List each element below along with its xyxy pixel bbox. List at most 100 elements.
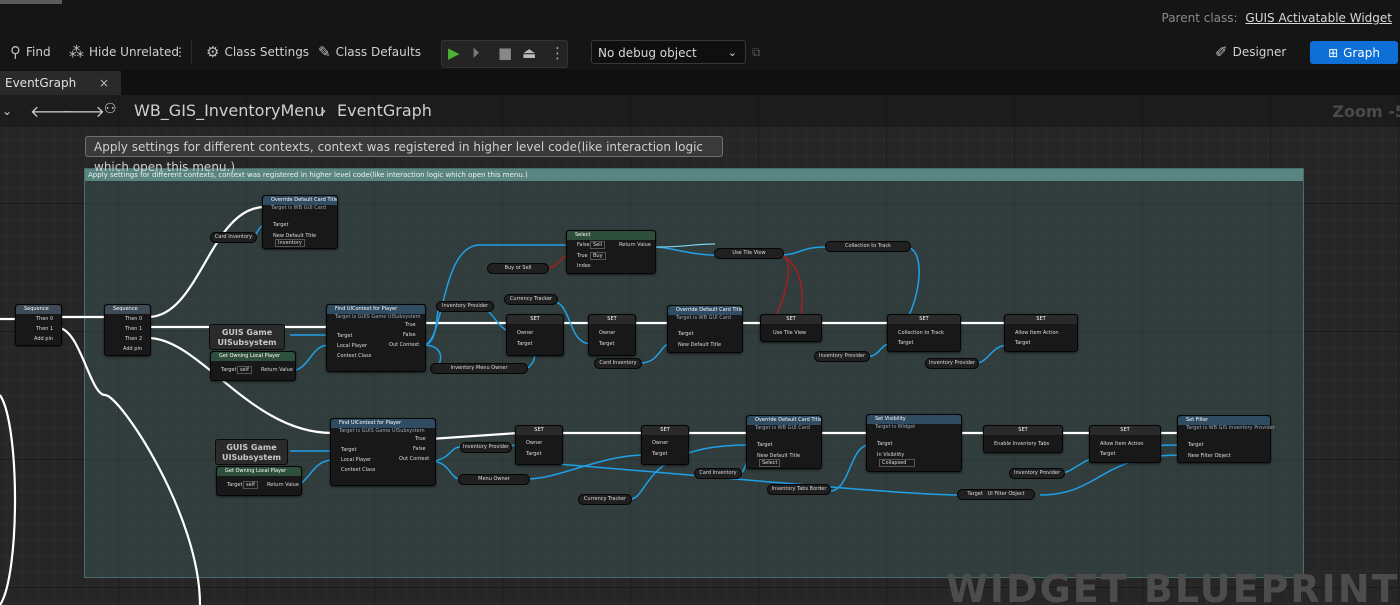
debug-filter-icon[interactable]: ⧉: [752, 41, 761, 63]
graph-canvas[interactable]: Apply settings for different contexts, c…: [0, 95, 1400, 605]
pin-new-filter[interactable]: New Filter Object: [1188, 453, 1231, 459]
eject-icon[interactable]: ⏏: [522, 44, 536, 62]
chevron-down-icon[interactable]: ⌄: [2, 104, 12, 118]
set-use-tile-view-node[interactable]: SET Use Tile View: [760, 314, 822, 342]
set-visibility-node[interactable]: Set Visibility Target is Widget Target I…: [866, 414, 962, 472]
top-tab-stub[interactable]: [0, 0, 62, 4]
set-owner-node[interactable]: SET Owner Target: [515, 425, 563, 465]
stop-icon[interactable]: ■: [498, 44, 512, 62]
target-self-value[interactable]: self: [237, 366, 252, 374]
pin-use-tile-view[interactable]: Use Tile View: [773, 330, 806, 336]
pin-local-player[interactable]: Local Player: [341, 457, 371, 463]
breadcrumb-blueprint[interactable]: WB_GIS_InventoryMenu: [134, 101, 324, 120]
pin-target[interactable]: Target: [898, 340, 913, 346]
pin-return[interactable]: Return Value: [619, 242, 651, 248]
pin-then0[interactable]: Then 0: [36, 316, 53, 322]
pin-owner[interactable]: Owner: [517, 330, 533, 336]
designer-button[interactable]: ✐ Designer: [1215, 41, 1286, 63]
pin-target[interactable]: Target: [678, 331, 693, 337]
class-defaults-button[interactable]: ✎ Class Defaults: [318, 41, 421, 63]
pin-return[interactable]: Return Value: [267, 482, 299, 488]
pin-false[interactable]: False: [413, 446, 426, 452]
set-allow-item-action-node[interactable]: SET Allow Item Action Target: [1089, 425, 1161, 463]
pin-false[interactable]: False: [403, 332, 416, 338]
override-card-title-node[interactable]: Override Default Card Title Target is WB…: [262, 195, 338, 249]
pin-target[interactable]: Target: [227, 482, 242, 488]
debug-object-select[interactable]: No debug object selected ⌄: [591, 40, 746, 84]
inventory-provider-var[interactable]: Inventory Provider: [814, 351, 870, 362]
pin-target[interactable]: Target: [1015, 340, 1030, 346]
sequence-node[interactable]: Sequence Then 0 Then 1 Add pin: [15, 304, 62, 346]
set-enable-inventory-tabs-node[interactable]: SET Enable Inventory Tabs: [983, 425, 1063, 453]
pin-true[interactable]: True: [415, 436, 426, 442]
get-owning-local-player-node[interactable]: Get Owning Local Player Target self Retu…: [210, 351, 296, 381]
new-title-value[interactable]: Select: [759, 459, 781, 467]
pin-allow-item-action[interactable]: Allow Item Action: [1100, 441, 1144, 447]
pin-true[interactable]: True: [577, 253, 588, 259]
pin-out-context[interactable]: Out Context: [389, 342, 419, 348]
find-ui-context-node[interactable]: Find UIContext for Player Target is GUIS…: [330, 418, 436, 486]
pin-target[interactable]: Target: [517, 341, 532, 347]
game-ui-subsystem-node[interactable]: GUIS Game UISubsystem: [209, 324, 285, 350]
pin-target[interactable]: Target: [1188, 442, 1203, 448]
pin-out-context[interactable]: Out Context: [399, 456, 429, 462]
pin-context-class[interactable]: Context Class: [337, 353, 371, 359]
pin-allow-item-action[interactable]: Allow Item Action: [1015, 330, 1059, 336]
card-inventory-var[interactable]: Card Inventory: [694, 468, 742, 479]
pin-then1[interactable]: Then 1: [36, 326, 53, 332]
set-allow-item-action-node[interactable]: SET Allow Item Action Target: [1004, 314, 1078, 352]
inventory-provider-var[interactable]: Inventory Provider: [1009, 468, 1065, 479]
pin-target[interactable]: Target: [1100, 451, 1115, 457]
hide-unrelated-button[interactable]: ⁂ Hide Unrelated: [69, 41, 179, 63]
pin-local-player[interactable]: Local Player: [337, 343, 367, 349]
pin-target[interactable]: Target: [877, 441, 892, 447]
buy-or-sell-var[interactable]: Buy or Sell: [487, 263, 549, 274]
pin-target[interactable]: Target: [337, 333, 352, 339]
pin-enable-inventory-tabs[interactable]: Enable Inventory Tabs: [994, 441, 1049, 447]
set-owner-node[interactable]: SET Owner Target: [506, 314, 564, 356]
tab-eventgraph[interactable]: EventGraph ×: [0, 71, 121, 95]
play-icon[interactable]: ▶: [448, 44, 460, 62]
card-inventory-var[interactable]: Card Inventory: [210, 232, 257, 243]
pin-target[interactable]: Target: [599, 341, 614, 347]
pin-return[interactable]: Return Value: [261, 367, 293, 373]
more-options-icon[interactable]: ⋮: [174, 41, 186, 63]
ui-filter-object-var[interactable]: Target UI Filter Object: [957, 489, 1035, 500]
menu-owner-var[interactable]: Menu Owner: [458, 474, 530, 485]
new-title-value[interactable]: Inventory: [275, 239, 305, 247]
visibility-value[interactable]: Collapsed: [879, 459, 916, 467]
pin-addpin[interactable]: Add pin: [123, 346, 142, 352]
breadcrumb-graph[interactable]: EventGraph: [337, 101, 432, 120]
pin-new-title[interactable]: New Default Title: [678, 342, 721, 348]
forward-arrow-icon[interactable]: 🡒: [62, 101, 105, 121]
parent-class-link[interactable]: GUIS Activatable Widget: [1245, 11, 1392, 25]
pin-target[interactable]: Target: [221, 367, 236, 373]
inventory-tabs-border-var[interactable]: Inventory Tabs Border: [767, 484, 831, 495]
card-inventory-var[interactable]: Card Inventory: [594, 358, 642, 369]
use-tile-view-var[interactable]: Use Tile View: [714, 248, 784, 259]
override-card-title-node[interactable]: Override Default Card Title Target is WB…: [667, 305, 743, 353]
collection-to-track-var[interactable]: Collection to Track: [825, 241, 911, 252]
set-owner-node[interactable]: SET Owner Target: [641, 425, 689, 465]
pin-collection-to-track[interactable]: Collection to Track: [898, 330, 944, 336]
play-options-icon[interactable]: ⋮: [550, 44, 565, 62]
pin-target[interactable]: Target: [341, 447, 356, 453]
pin-true[interactable]: True: [405, 322, 416, 328]
pin-in-visibility[interactable]: In Visibility: [877, 452, 904, 458]
set-owner-node[interactable]: SET Owner Target: [588, 314, 636, 356]
pin-false[interactable]: False: [577, 242, 590, 248]
currency-tracker-var[interactable]: Currency Tracker: [504, 294, 558, 305]
step-icon[interactable]: ⏵: [472, 44, 480, 62]
class-settings-button[interactable]: ⚙ Class Settings: [206, 41, 309, 63]
pin-index[interactable]: Index: [577, 263, 591, 269]
pin-target[interactable]: Target: [526, 451, 541, 457]
inventory-provider-var[interactable]: Inventory Provider: [925, 358, 979, 369]
find-ui-context-node[interactable]: Find UIContext for Player Target is GUIS…: [326, 304, 426, 372]
pin-then2[interactable]: Then 2: [125, 336, 142, 342]
close-icon[interactable]: ×: [99, 71, 109, 95]
inventory-provider-var[interactable]: Inventory Provider: [436, 301, 494, 312]
pin-context-class[interactable]: Context Class: [341, 467, 375, 473]
pin-target[interactable]: Target: [652, 451, 667, 457]
set-collection-to-track-node[interactable]: SET Collection to Track Target: [887, 314, 961, 352]
pin-owner[interactable]: Owner: [599, 330, 615, 336]
